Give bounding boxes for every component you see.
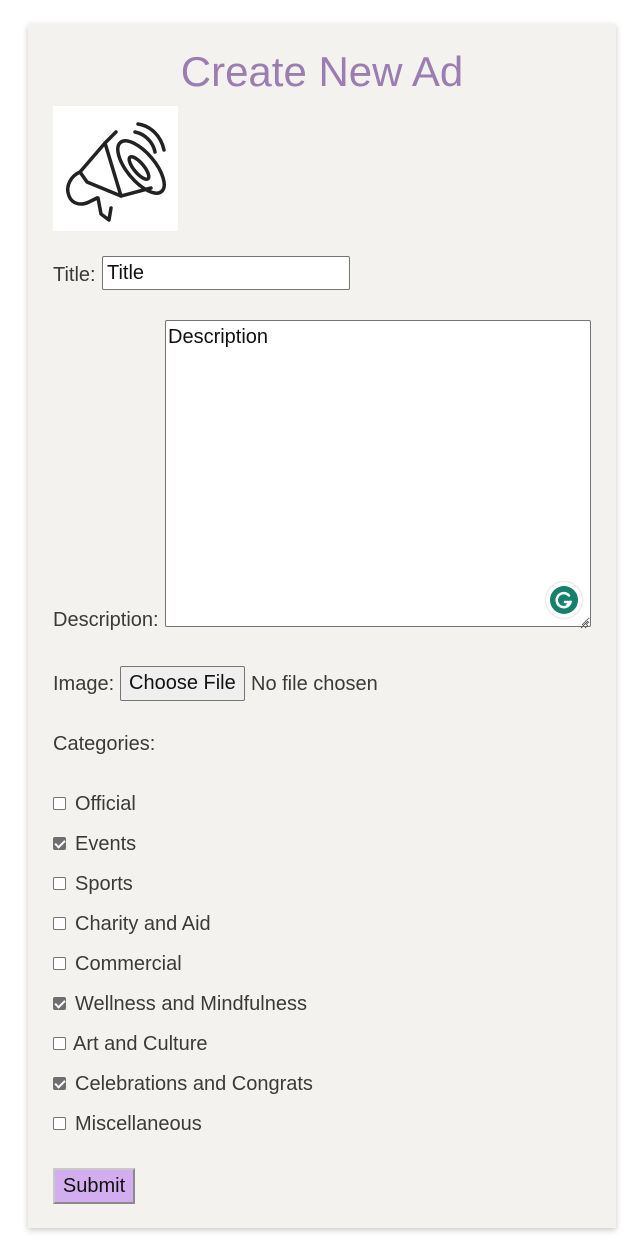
category-label: Wellness and Mindfulness xyxy=(75,993,307,1015)
category-label: Charity and Aid xyxy=(75,913,211,935)
description-textarea[interactable]: Description xyxy=(165,320,591,627)
choose-file-button[interactable]: Choose File xyxy=(120,666,245,701)
category-label: Miscellaneous xyxy=(75,1113,202,1135)
create-ad-card: Create New Ad Title: Description: xyxy=(28,24,616,1228)
category-label: Events xyxy=(75,833,137,855)
categories-label: Categories: xyxy=(53,733,156,755)
category-label: Commercial xyxy=(75,953,182,975)
page-title: Create New Ad xyxy=(180,48,464,95)
category-checkbox[interactable] xyxy=(53,797,66,810)
grammarly-icon[interactable] xyxy=(546,582,582,618)
category-label: Celebrations and Congrats xyxy=(75,1073,313,1095)
category-checkbox[interactable] xyxy=(53,1077,66,1090)
category-checkbox[interactable] xyxy=(53,1037,66,1050)
category-checkbox[interactable] xyxy=(53,1117,66,1130)
category-checkbox[interactable] xyxy=(53,997,66,1010)
description-label: Description: xyxy=(53,609,159,631)
megaphone-icon xyxy=(53,106,178,231)
title-label: Title: xyxy=(53,264,96,286)
category-checkbox[interactable] xyxy=(53,837,66,850)
category-checkbox[interactable] xyxy=(53,957,66,970)
category-checkbox[interactable] xyxy=(53,877,66,890)
submit-button[interactable]: Submit xyxy=(53,1168,135,1204)
category-checkbox[interactable] xyxy=(53,917,66,930)
file-status-text: No file chosen xyxy=(251,673,378,695)
category-label: Art and Culture xyxy=(73,1033,208,1055)
category-label: Sports xyxy=(75,873,133,895)
resize-handle-icon[interactable] xyxy=(579,616,589,629)
category-label: Official xyxy=(75,793,136,815)
image-label: Image: xyxy=(53,673,115,695)
title-input[interactable] xyxy=(102,256,350,290)
